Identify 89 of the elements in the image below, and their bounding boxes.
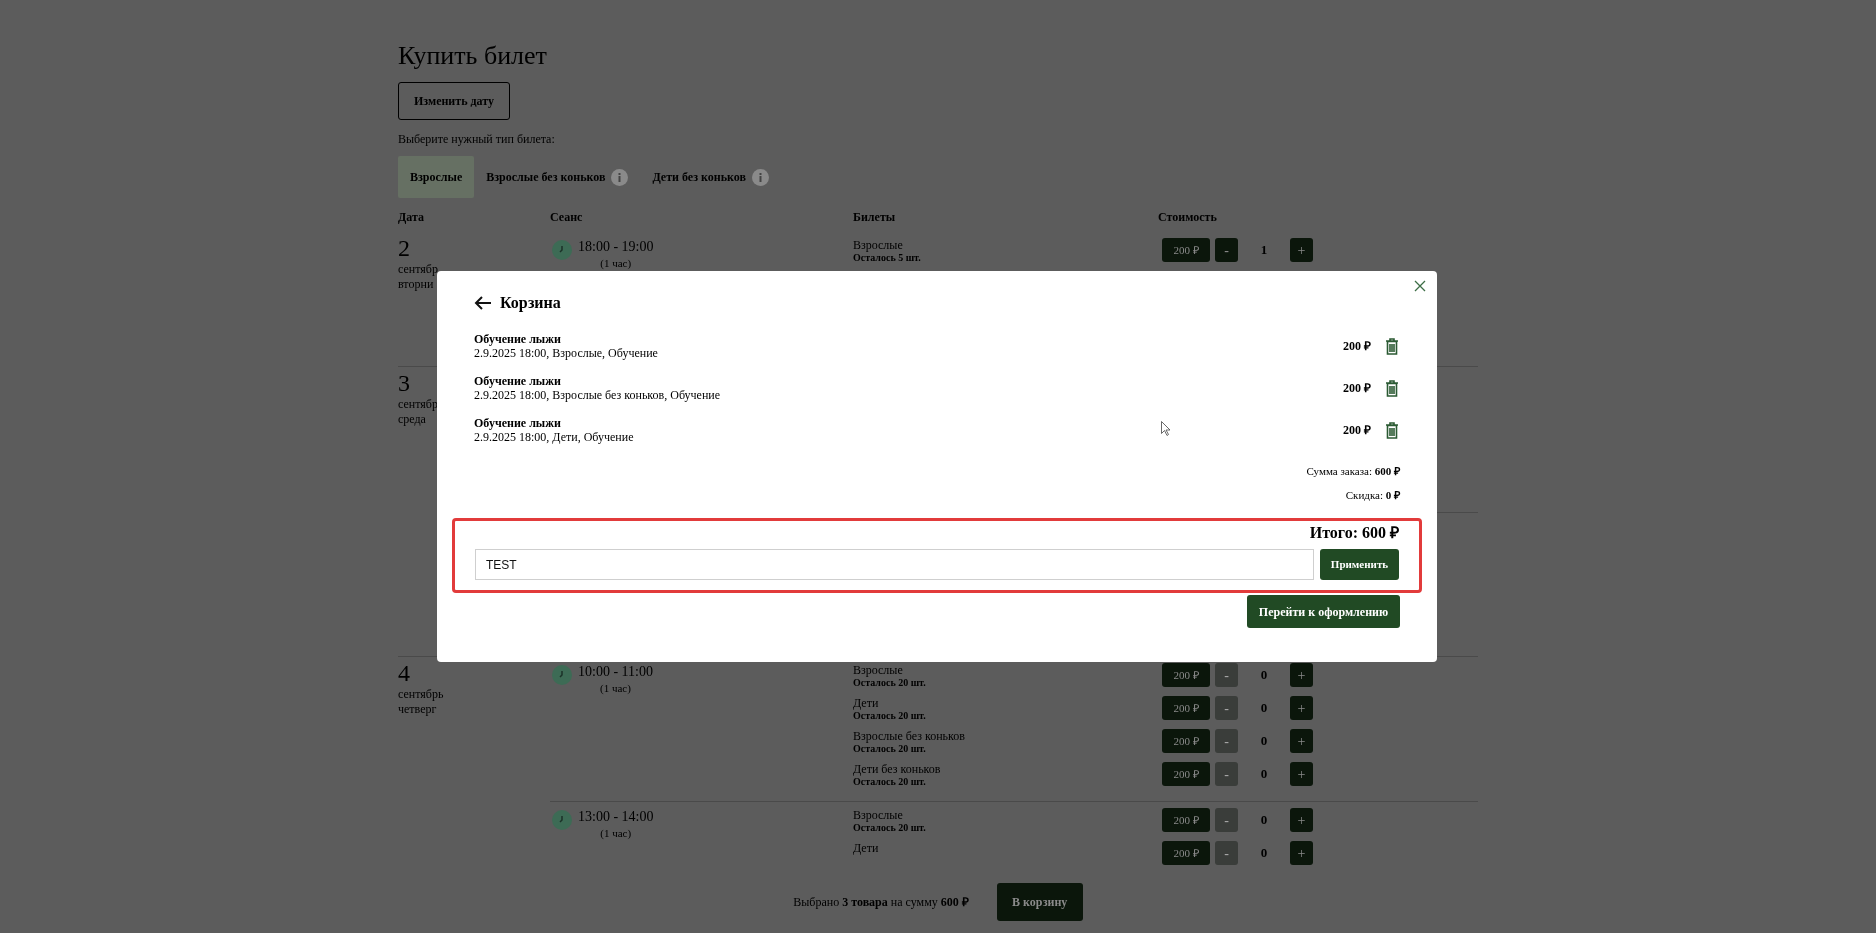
add-to-cart-button[interactable]: В корзину — [996, 882, 1083, 921]
cursor-icon — [1161, 421, 1171, 436]
item-title: Обучение лыжи — [474, 332, 561, 346]
increase-button[interactable]: + — [1290, 238, 1313, 262]
session-time: 13:00 - 14:00 — [578, 808, 654, 826]
ticket-name: Взрослые — [853, 663, 904, 677]
clock-icon — [552, 665, 572, 685]
ticket-type-tab[interactable]: Взрослые без коньков — [474, 156, 641, 198]
session-duration: (1 час) — [600, 826, 632, 840]
weekday-label: четверг — [398, 702, 437, 717]
session-duration: (1 час) — [600, 256, 632, 270]
remaining-count: Осталось 20 шт. — [853, 743, 927, 755]
price-tag: 200 ₽ — [1162, 729, 1210, 753]
page-title: Купить билет — [398, 40, 548, 72]
ticket-name: Взрослые — [853, 808, 904, 822]
price-tag: 200 ₽ — [1162, 841, 1210, 865]
increase-button[interactable]: + — [1290, 696, 1313, 720]
info-icon[interactable] — [751, 168, 769, 186]
weekday-label: среда — [398, 412, 426, 427]
promo-code-field[interactable]: TEST — [475, 549, 1314, 580]
quantity-value: 0 — [1259, 844, 1269, 863]
trash-icon[interactable] — [1385, 379, 1399, 397]
increase-button[interactable]: + — [1290, 729, 1313, 753]
apply-button[interactable]: Применить — [1320, 549, 1399, 580]
dialog-title: Корзина — [500, 293, 561, 314]
price-tag: 200 ₽ — [1162, 238, 1210, 262]
ticket-name: Дети — [853, 841, 880, 855]
session-time: 10:00 - 11:00 — [578, 663, 653, 681]
trash-icon[interactable] — [1385, 421, 1399, 439]
quantity-value: 0 — [1259, 811, 1269, 830]
discount-amount: Скидка: 0 ₽ — [1345, 488, 1400, 503]
remaining-count: Осталось 5 шт. — [853, 252, 922, 264]
increase-button[interactable]: + — [1290, 762, 1313, 786]
clock-icon — [552, 810, 572, 830]
ticket-name: Дети без коньков — [853, 762, 942, 776]
order-total: Итого: 600 ₽ — [1309, 523, 1399, 543]
ticket-type-tab[interactable]: Взрослые — [398, 156, 475, 198]
ticket-name: Дети — [853, 696, 880, 710]
trash-icon[interactable] — [1385, 337, 1399, 355]
quantity-value: 0 — [1259, 666, 1269, 685]
quantity-value: 0 — [1259, 732, 1269, 751]
item-title: Обучение лыжи — [474, 416, 561, 430]
month-label: сентябр — [398, 262, 438, 277]
ticket-name: Взрослые без коньков — [853, 729, 966, 743]
weekday-label: вторни — [398, 277, 434, 292]
quantity-value: 1 — [1259, 241, 1269, 260]
info-icon[interactable] — [611, 168, 629, 186]
item-details: 2.9.2025 18:00, Взрослые, Обучение — [474, 346, 658, 360]
column-header: Дата — [398, 209, 425, 226]
price-tag: 200 ₽ — [1162, 663, 1210, 687]
close-icon[interactable] — [1413, 279, 1427, 293]
price-tag: 200 ₽ — [1162, 808, 1210, 832]
remaining-count: Осталось 20 шт. — [853, 776, 927, 788]
day-number: 2 — [398, 234, 410, 262]
item-price: 200 ₽ — [1343, 338, 1371, 355]
selection-summary: Выбрано 3 товара на сумму 600 ₽ — [793, 893, 969, 911]
column-header: Стоимость — [1158, 209, 1218, 226]
item-details: 2.9.2025 18:00, Взрослые без коньков, Обучение — [474, 388, 721, 402]
session-time: 18:00 - 19:00 — [578, 238, 654, 256]
prompt-text: Выберите нужный тип билета: — [398, 131, 556, 148]
order-sum: Сумма заказа: 600 ₽ — [1306, 464, 1400, 479]
month-label: сентябр — [398, 397, 438, 412]
ticket-type-tab[interactable]: Дети без коньков — [640, 156, 781, 198]
increase-button[interactable]: + — [1290, 841, 1313, 865]
back-arrow-icon[interactable] — [474, 295, 492, 311]
price-tag: 200 ₽ — [1162, 762, 1210, 786]
item-price: 200 ₽ — [1343, 380, 1371, 397]
increase-button[interactable]: + — [1290, 663, 1313, 687]
item-title: Обучение лыжи — [474, 374, 561, 388]
price-tag: 200 ₽ — [1162, 696, 1210, 720]
ticket-name: Взрослые — [853, 238, 904, 252]
item-price: 200 ₽ — [1343, 422, 1371, 439]
remaining-count: Осталось 20 шт. — [853, 710, 927, 722]
day-number: 3 — [398, 369, 410, 397]
month-label: сентябрь — [398, 687, 444, 702]
remaining-count: Осталось 20 шт. — [853, 677, 927, 689]
item-details: 2.9.2025 18:00, Дети, Обучение — [474, 430, 634, 444]
quantity-value: 0 — [1259, 699, 1269, 718]
column-header: Сеанс — [550, 209, 584, 226]
quantity-value: 0 — [1259, 765, 1269, 784]
day-number: 4 — [398, 659, 410, 687]
decrease-button[interactable]: - — [1215, 238, 1238, 262]
session-duration: (1 час) — [600, 681, 631, 695]
increase-button[interactable]: + — [1290, 808, 1313, 832]
remaining-count: Осталось 20 шт. — [853, 822, 927, 834]
checkout-button[interactable]: Перейти к оформлению — [1247, 595, 1400, 628]
change-date-button[interactable]: Изменить дату — [398, 82, 510, 120]
clock-icon — [552, 240, 572, 260]
column-header: Билеты — [853, 209, 897, 226]
